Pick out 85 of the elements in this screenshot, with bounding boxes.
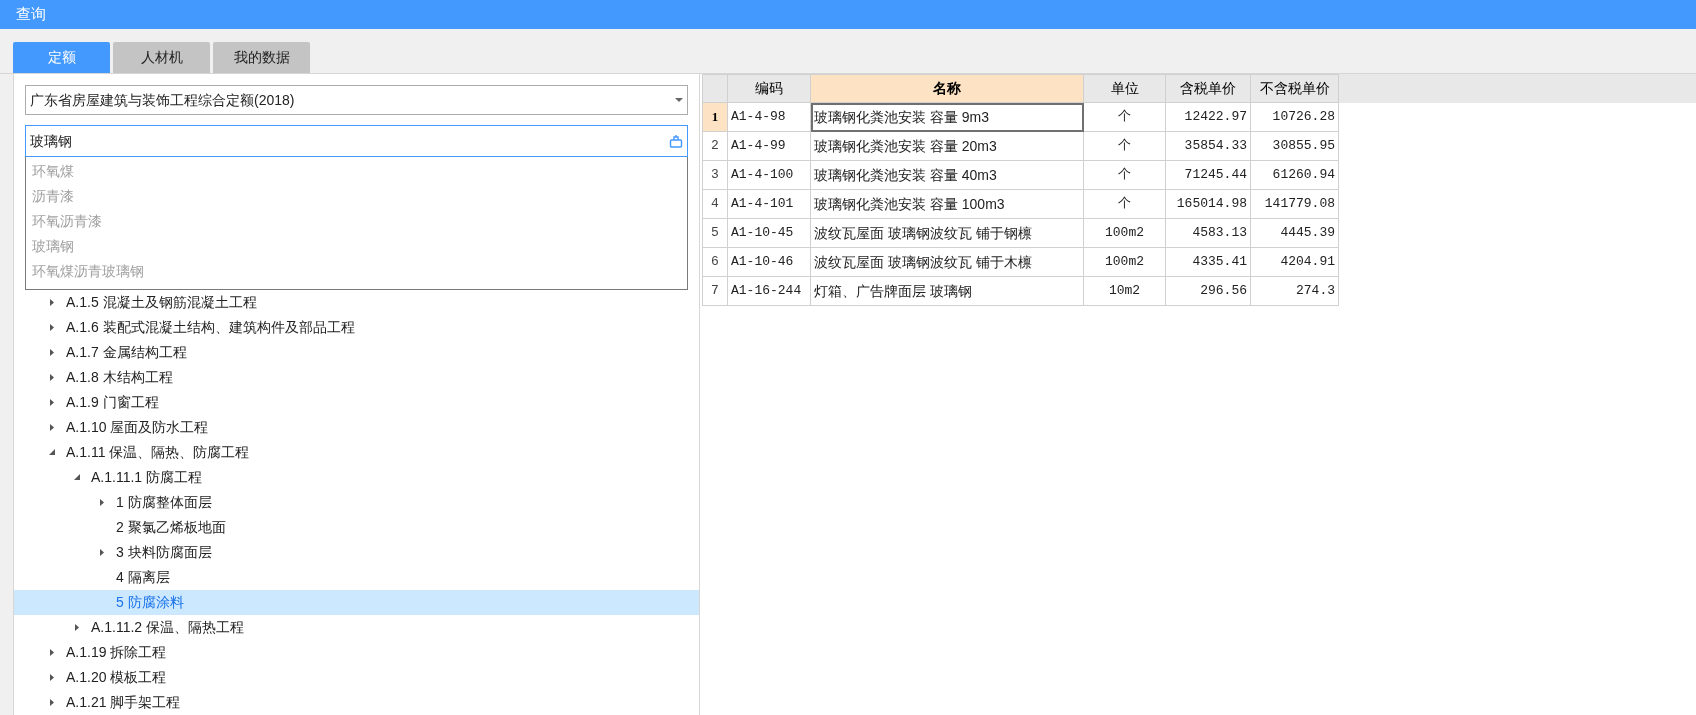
table-cell: A1-16-244 bbox=[728, 277, 811, 306]
table-cell: 个 bbox=[1084, 190, 1166, 219]
column-header[interactable]: 名称 bbox=[811, 74, 1084, 103]
column-header[interactable]: 单位 bbox=[1084, 74, 1166, 103]
column-header[interactable]: 不含税单价 bbox=[1251, 74, 1339, 103]
expand-triangle-icon[interactable] bbox=[48, 673, 56, 682]
table-cell: 个 bbox=[1084, 103, 1166, 132]
table-cell: 165014.98 bbox=[1166, 190, 1251, 219]
table-cell: 个 bbox=[1084, 132, 1166, 161]
tree-item[interactable]: 3 块料防腐面层 bbox=[14, 540, 699, 565]
table-cell: A1-4-98 bbox=[728, 103, 811, 132]
expand-triangle-icon[interactable] bbox=[48, 698, 56, 707]
row-number[interactable]: 5 bbox=[702, 219, 728, 248]
table-cell: 296.56 bbox=[1166, 277, 1251, 306]
table-cell: 10726.28 bbox=[1251, 103, 1339, 132]
tree-item[interactable]: A.1.8 木结构工程 bbox=[14, 365, 699, 390]
tree-item[interactable]: A.1.5 混凝土及钢筋混凝土工程 bbox=[14, 290, 699, 315]
table-cell: A1-4-101 bbox=[728, 190, 811, 219]
table-cell: 10m2 bbox=[1084, 277, 1166, 306]
expand-triangle-icon[interactable] bbox=[48, 323, 56, 332]
table-cell: 波纹瓦屋面 玻璃钢波纹瓦 铺于钢檩 bbox=[811, 219, 1084, 248]
column-header[interactable]: 含税单价 bbox=[1166, 74, 1251, 103]
row-number[interactable]: 3 bbox=[702, 161, 728, 190]
tree-item[interactable]: A.1.11 保温、隔热、防腐工程 bbox=[14, 440, 699, 465]
table-cell: 12422.97 bbox=[1166, 103, 1251, 132]
tree-item[interactable]: A.1.21 脚手架工程 bbox=[14, 690, 699, 715]
table-cell: 71245.44 bbox=[1166, 161, 1251, 190]
tree-item[interactable]: 2 聚氯乙烯板地面 bbox=[14, 515, 699, 540]
expand-triangle-icon[interactable] bbox=[98, 548, 106, 557]
table-cell: 61260.94 bbox=[1251, 161, 1339, 190]
table-cell: 4335.41 bbox=[1166, 248, 1251, 277]
window-title: 查询 bbox=[16, 4, 46, 25]
tree-item[interactable]: 5 防腐涂料 bbox=[14, 590, 699, 615]
tab[interactable]: 人材机 bbox=[113, 42, 210, 73]
row-number[interactable]: 7 bbox=[702, 277, 728, 306]
table-cell: 玻璃钢化粪池安装 容量 9m3 bbox=[811, 103, 1084, 132]
search-field[interactable]: 玻璃钢 bbox=[25, 125, 688, 157]
table-cell: 141779.08 bbox=[1251, 190, 1339, 219]
expand-triangle-icon[interactable] bbox=[98, 498, 106, 507]
table-cell: 30855.95 bbox=[1251, 132, 1339, 161]
table-cell: 玻璃钢化粪池安装 容量 100m3 bbox=[811, 190, 1084, 219]
table-cell: 灯箱、广告牌面层 玻璃钢 bbox=[811, 277, 1084, 306]
tree-item[interactable]: 4 隔离层 bbox=[14, 565, 699, 590]
table-cell: 玻璃钢化粪池安装 容量 20m3 bbox=[811, 132, 1084, 161]
table-cell: A1-4-100 bbox=[728, 161, 811, 190]
table-cell: 35854.33 bbox=[1166, 132, 1251, 161]
row-number[interactable]: 1 bbox=[702, 103, 728, 132]
tree-item[interactable]: A.1.9 门窗工程 bbox=[14, 390, 699, 415]
table-cell: A1-10-46 bbox=[728, 248, 811, 277]
tab[interactable]: 我的数据 bbox=[213, 42, 310, 73]
expand-triangle-icon[interactable] bbox=[48, 398, 56, 407]
table-cell: 4204.91 bbox=[1251, 248, 1339, 277]
expand-triangle-icon[interactable] bbox=[48, 423, 56, 432]
row-number[interactable]: 6 bbox=[702, 248, 728, 277]
table-cell: A1-4-99 bbox=[728, 132, 811, 161]
table-cell: 个 bbox=[1084, 161, 1166, 190]
table-cell: 100m2 bbox=[1084, 219, 1166, 248]
tree-item[interactable]: A.1.19 拆除工程 bbox=[14, 640, 699, 665]
expand-triangle-icon[interactable] bbox=[48, 373, 56, 382]
table-cell: 100m2 bbox=[1084, 248, 1166, 277]
table-cell: 4583.13 bbox=[1166, 219, 1251, 248]
tree-item[interactable]: 1 防腐整体面层 bbox=[14, 490, 699, 515]
expand-triangle-icon[interactable] bbox=[73, 623, 81, 632]
tree-item[interactable]: A.1.10 屋面及防水工程 bbox=[14, 415, 699, 440]
tree-item[interactable]: A.1.20 模板工程 bbox=[14, 665, 699, 690]
dropdown-caret-icon bbox=[675, 97, 683, 103]
table-cell: 4445.39 bbox=[1251, 219, 1339, 248]
expand-triangle-icon[interactable] bbox=[48, 298, 56, 307]
expand-triangle-icon[interactable] bbox=[48, 348, 56, 357]
tree-item[interactable]: A.1.11.2 保温、隔热工程 bbox=[14, 615, 699, 640]
table-cell: 波纹瓦屋面 玻璃钢波纹瓦 铺于木檩 bbox=[811, 248, 1084, 277]
tree-item[interactable]: A.1.7 金属结构工程 bbox=[14, 340, 699, 365]
collapse-triangle-icon[interactable] bbox=[73, 473, 81, 482]
collapse-triangle-icon[interactable] bbox=[48, 448, 56, 457]
library-dropdown[interactable]: 广东省房屋建筑与装饰工程综合定额(2018) bbox=[25, 85, 688, 115]
expand-triangle-icon[interactable] bbox=[48, 648, 56, 657]
table-cell: 玻璃钢化粪池安装 容量 40m3 bbox=[811, 161, 1084, 190]
tree-item[interactable]: A.1.11.1 防腐工程 bbox=[14, 465, 699, 490]
tree-item[interactable]: A.1.6 装配式混凝土结构、建筑构件及部品工程 bbox=[14, 315, 699, 340]
row-number[interactable]: 4 bbox=[702, 190, 728, 219]
column-header[interactable]: 编码 bbox=[728, 74, 811, 103]
table-cell: 274.3 bbox=[1251, 277, 1339, 306]
clear-brush-icon[interactable] bbox=[669, 134, 683, 148]
row-number[interactable]: 2 bbox=[702, 132, 728, 161]
table-cell: A1-10-45 bbox=[728, 219, 811, 248]
